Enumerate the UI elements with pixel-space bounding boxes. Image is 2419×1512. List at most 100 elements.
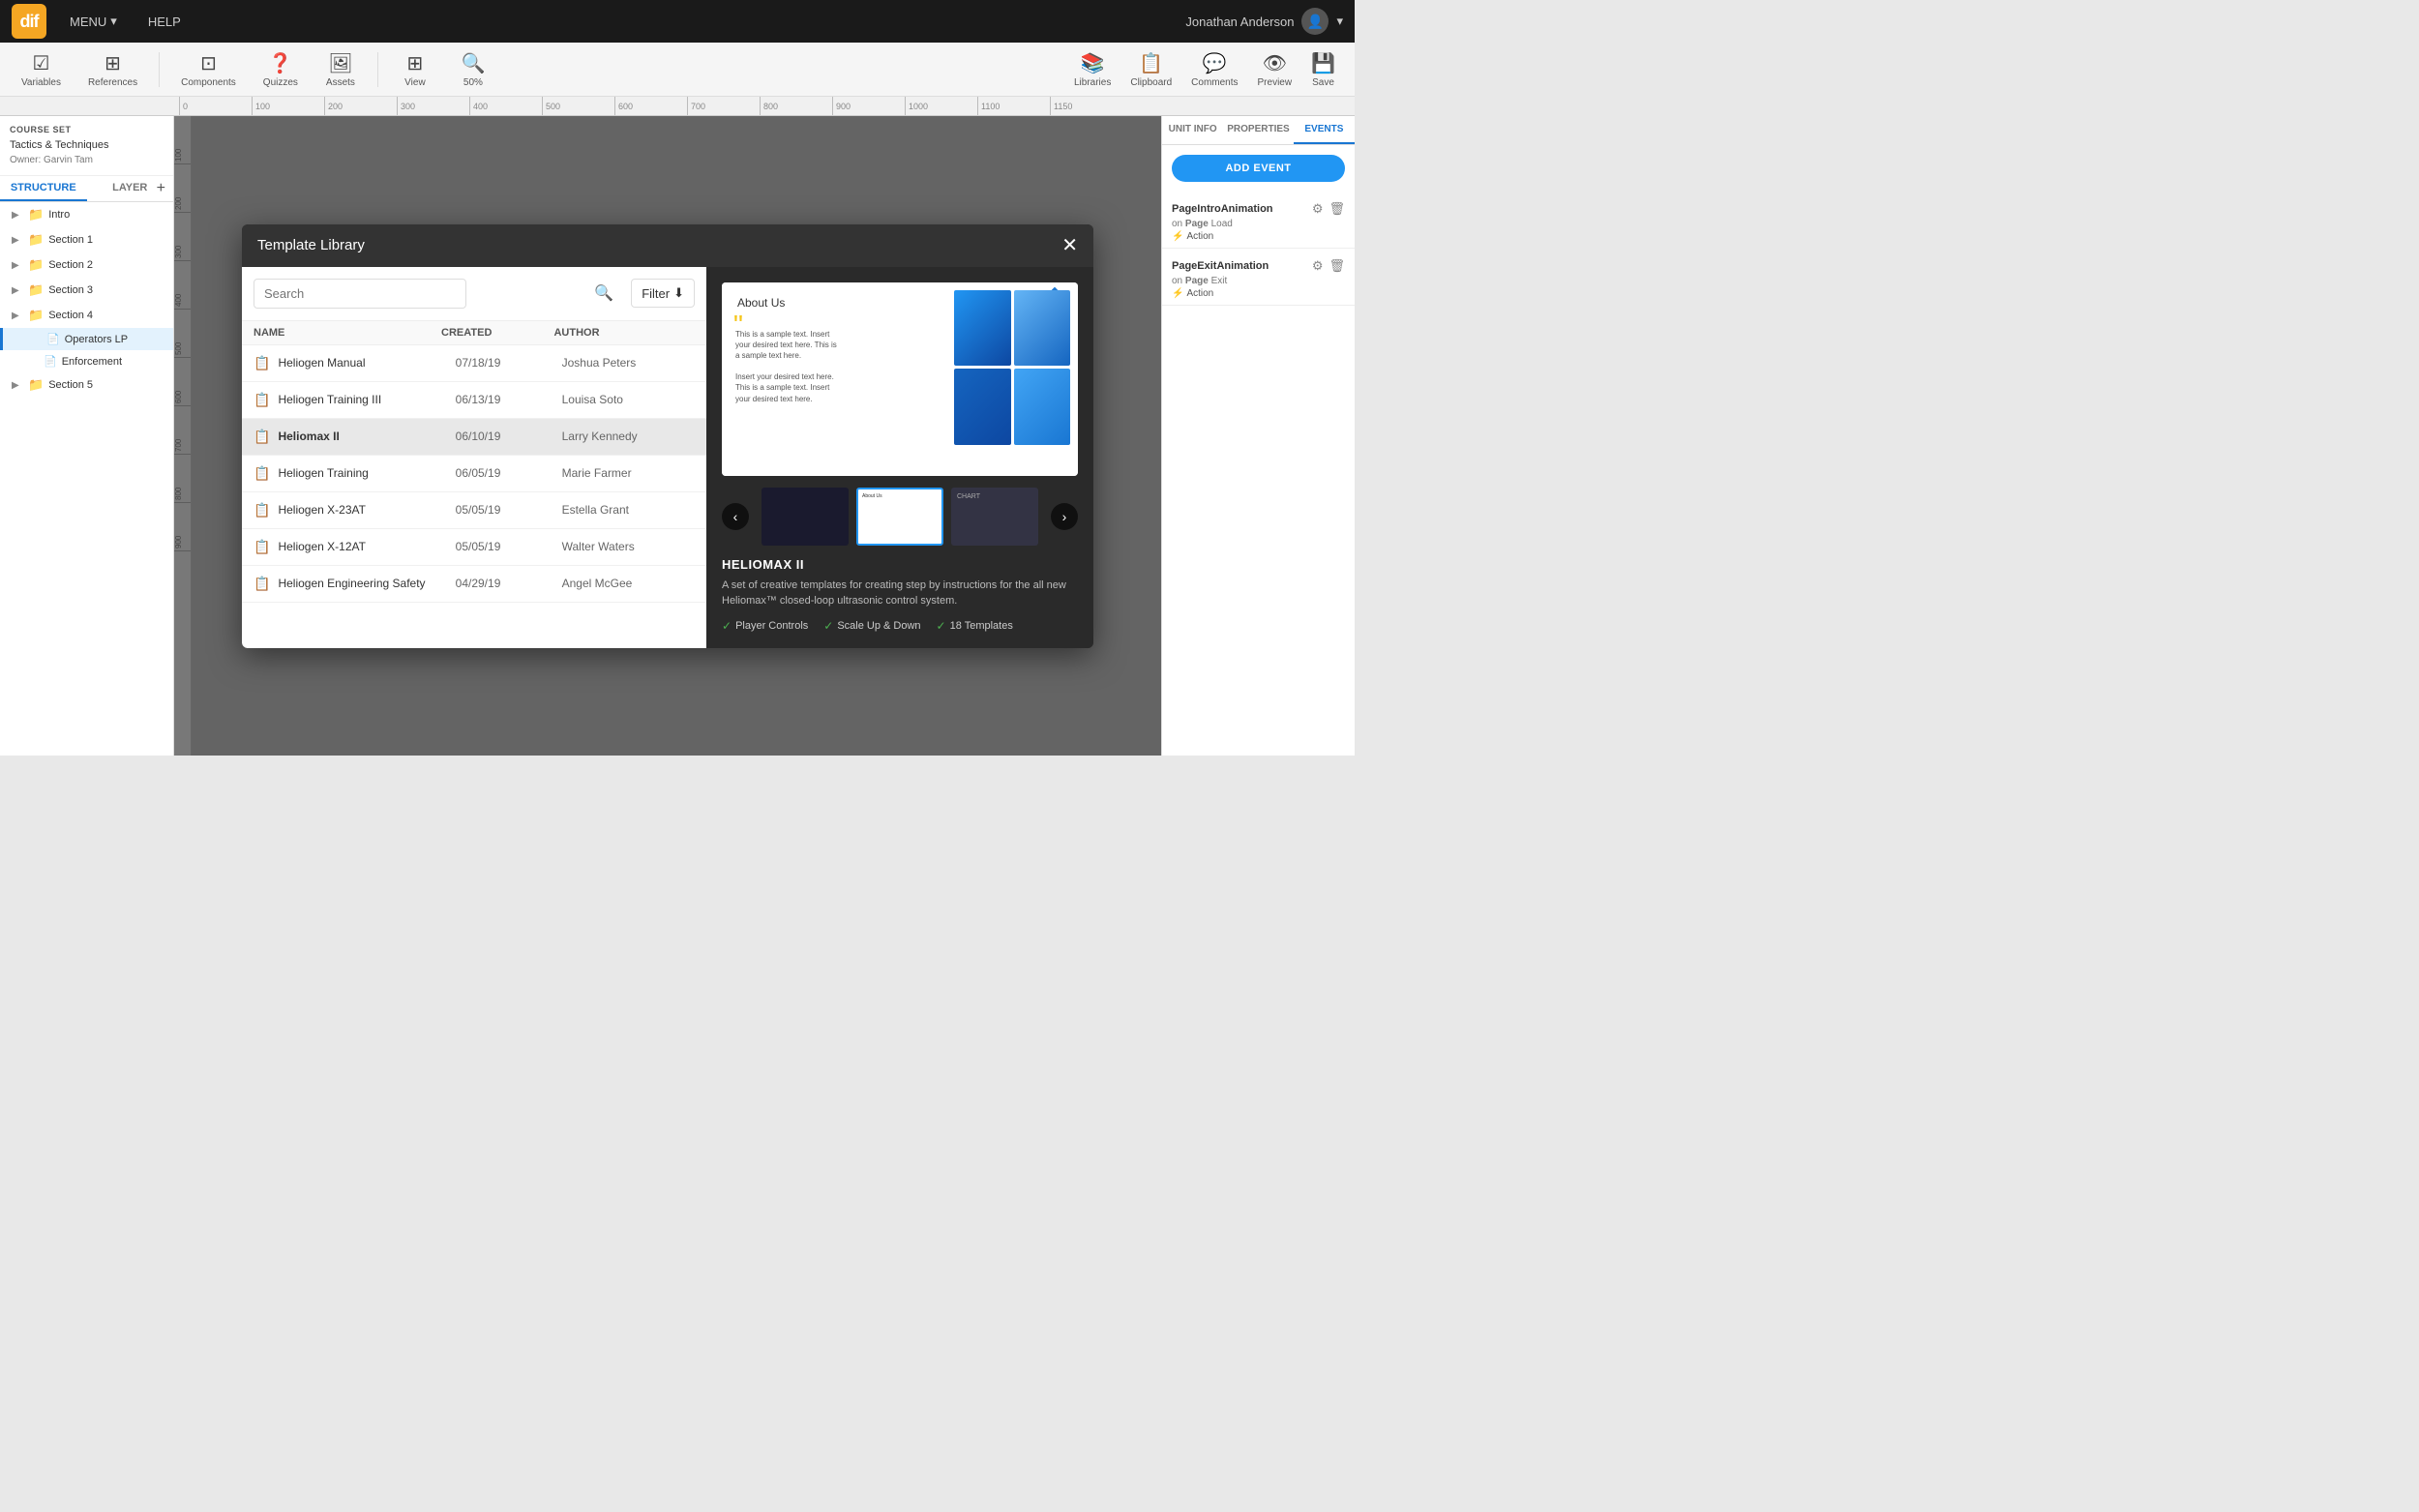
sidebar-item-enforcement[interactable]: ▶ 📄 Enforcement [0,350,173,372]
folder-icon: 📁 [28,377,44,393]
view-icon: ⊞ [407,51,424,75]
toolbar-zoom[interactable]: 🔍 50% [448,47,498,92]
toolbar-clipboard[interactable]: 📋 Clipboard [1122,47,1180,92]
avatar: 👤 [1301,8,1329,35]
help-button[interactable]: HELP [140,11,189,33]
modal-rows: 📋 Heliogen Manual 07/18/19 Joshua Peters… [242,345,706,603]
col-header-created: CREATED [441,327,553,339]
doc-icon: 📋 [254,355,270,371]
toolbar-right: 📚 Libraries 📋 Clipboard 💬 Comments 👁 Pre… [1066,47,1343,92]
toolbar-references[interactable]: ⊞ References [78,47,147,92]
quizzes-icon: ❓ [268,51,292,75]
folder-icon: 📁 [28,308,44,323]
preview-description: A set of creative templates for creating… [722,578,1078,609]
event-page-intro: PageIntroAnimation ⚙ 🗑 on Page Load ⚡Act… [1162,192,1355,249]
next-thumbnail-button[interactable]: › [1051,503,1078,530]
doc-icon: 📋 [254,576,270,592]
table-row[interactable]: 📋 Heliogen Manual 07/18/19 Joshua Peters [242,345,706,382]
table-row[interactable]: 📋 Heliogen X-23AT 05/05/19 Estella Grant [242,492,706,529]
sidebar-item-section4[interactable]: ▶ 📁 Section 4 [0,303,173,328]
folder-icon: 📁 [28,232,44,248]
toolbar-view[interactable]: ⊞ View [390,47,440,92]
toolbar-components[interactable]: ⊡ Components [171,47,246,92]
toolbar-libraries[interactable]: 📚 Libraries [1066,47,1119,92]
toolbar-preview[interactable]: 👁 Preview [1250,47,1300,92]
preview-info: HELIOMAX II A set of creative templates … [722,557,1078,633]
doc-icon: 📋 [254,392,270,408]
event-settings-button[interactable]: ⚙ [1312,258,1324,274]
event-sub-page-intro: on Page Load [1172,219,1345,229]
preview-img-tile-2 [1014,290,1071,367]
sidebar-item-operators-lp[interactable]: ▶ 📄 Operators LP [0,328,173,350]
event-settings-button[interactable]: ⚙ [1312,201,1324,217]
ruler-horizontal: 0 100 200 300 400 500 600 700 800 900 10… [0,97,1355,116]
modal-search-row: 🔍 Filter ⬇ [242,267,706,321]
doc-icon: 📋 [254,429,270,445]
thumbnail-3[interactable]: CHART [951,488,1038,546]
toolbar-save[interactable]: 💾 Save [1303,47,1343,92]
feature-scale-up-down: ✓ Scale Up & Down [823,619,920,633]
sidebar: COURSE SET Tactics & Techniques Owner: G… [0,116,174,756]
prev-thumbnail-button[interactable]: ‹ [722,503,749,530]
tab-unit-info[interactable]: UNIT INFO [1162,116,1223,144]
sidebar-item-intro[interactable]: ▶ 📁 Intro [0,202,173,227]
event-page-exit: PageExitAnimation ⚙ 🗑 on Page Exit ⚡Acti… [1162,249,1355,306]
menu-button[interactable]: MENU ▾ [62,10,125,33]
preview-img-tile-4 [1014,369,1071,445]
table-row-selected[interactable]: 📋 Heliomax II 06/10/19 Larry Kennedy [242,419,706,456]
course-name: Tactics & Techniques [10,137,164,154]
table-row[interactable]: 📋 Heliogen X-12AT 05/05/19 Walter Waters [242,529,706,566]
tab-structure[interactable]: STRUCTURE [0,176,87,201]
search-input[interactable] [254,279,466,309]
add-item-button[interactable]: + [157,180,165,197]
sidebar-tree: ▶ 📁 Intro ▶ 📁 Section 1 ▶ 📁 Section 2 ▶ … [0,202,173,756]
sidebar-item-section5[interactable]: ▶ 📁 Section 5 [0,372,173,398]
preview-about-us: About Us " This is a sample text. Insert… [722,282,1078,476]
toolbar-variables[interactable]: ☑ Variables [12,47,71,92]
col-header-author: AUTHOR [553,327,695,339]
toolbar-quizzes[interactable]: ❓ Quizzes [254,47,308,92]
table-row[interactable]: 📋 Heliogen Training 06/05/19 Marie Farme… [242,456,706,492]
folder-icon: 📁 [28,207,44,222]
ruler-mark-700: 700 [687,97,760,116]
thumbnail-1[interactable] [762,488,849,546]
assets-icon: 🖼 [328,51,352,75]
add-event-button[interactable]: ADD EVENT [1172,155,1345,182]
user-area: Jonathan Anderson 👤 ▾ [1185,8,1343,35]
table-row[interactable]: 📋 Heliogen Engineering Safety 04/29/19 A… [242,566,706,603]
modal-title: Template Library [257,237,365,253]
ruler-mark-600: 600 [614,97,687,116]
modal-left-panel: 🔍 Filter ⬇ NAME CREATED AUTHOR [242,267,706,648]
thumbnail-2[interactable]: About Us [856,488,943,546]
canvas-area: 100 200 300 400 500 600 700 800 900 Temp… [174,116,1161,756]
preview-features: ✓ Player Controls ✓ Scale Up & Down ✓ 18… [722,619,1078,633]
modal-body: 🔍 Filter ⬇ NAME CREATED AUTHOR [242,267,1093,648]
clipboard-icon: 📋 [1139,51,1163,75]
doc-icon: 📋 [254,502,270,519]
thumbnail-row: About Us CHART [722,488,1078,546]
table-row[interactable]: 📋 Heliogen Training III 06/13/19 Louisa … [242,382,706,419]
modal-overlay: Template Library ✕ 🔍 Filter [174,116,1161,756]
sidebar-item-section2[interactable]: ▶ 📁 Section 2 [0,252,173,278]
toolbar-assets[interactable]: 🖼 Assets [315,47,366,92]
event-delete-button[interactable]: 🗑 [1329,201,1345,217]
lightning-icon: ⚡ [1172,288,1183,299]
right-panel: UNIT INFO PROPERTIES EVENTS ADD EVENT Pa… [1161,116,1355,756]
preview-about-us-title: About Us [737,296,785,310]
preview-sample-text: This is a sample text. Insert your desir… [735,329,842,404]
modal-close-button[interactable]: ✕ [1061,236,1078,255]
sidebar-item-section1[interactable]: ▶ 📁 Section 1 [0,227,173,252]
tab-events[interactable]: EVENTS [1294,116,1355,144]
toolbar-sep-2 [377,52,378,87]
components-icon: ⊡ [200,51,217,75]
filter-button[interactable]: Filter ⬇ [631,279,695,308]
tab-properties[interactable]: PROPERTIES [1223,116,1293,144]
feature-18-templates: ✓ 18 Templates [937,619,1013,633]
sidebar-item-section3[interactable]: ▶ 📁 Section 3 [0,278,173,303]
preview-icon: 👁 [1263,51,1287,75]
toolbar-comments[interactable]: 💬 Comments [1183,47,1245,92]
event-delete-button[interactable]: 🗑 [1329,258,1345,274]
template-library-modal: Template Library ✕ 🔍 Filter [242,224,1093,648]
zoom-icon: 🔍 [461,51,485,75]
ruler-mark-200: 200 [324,97,397,116]
